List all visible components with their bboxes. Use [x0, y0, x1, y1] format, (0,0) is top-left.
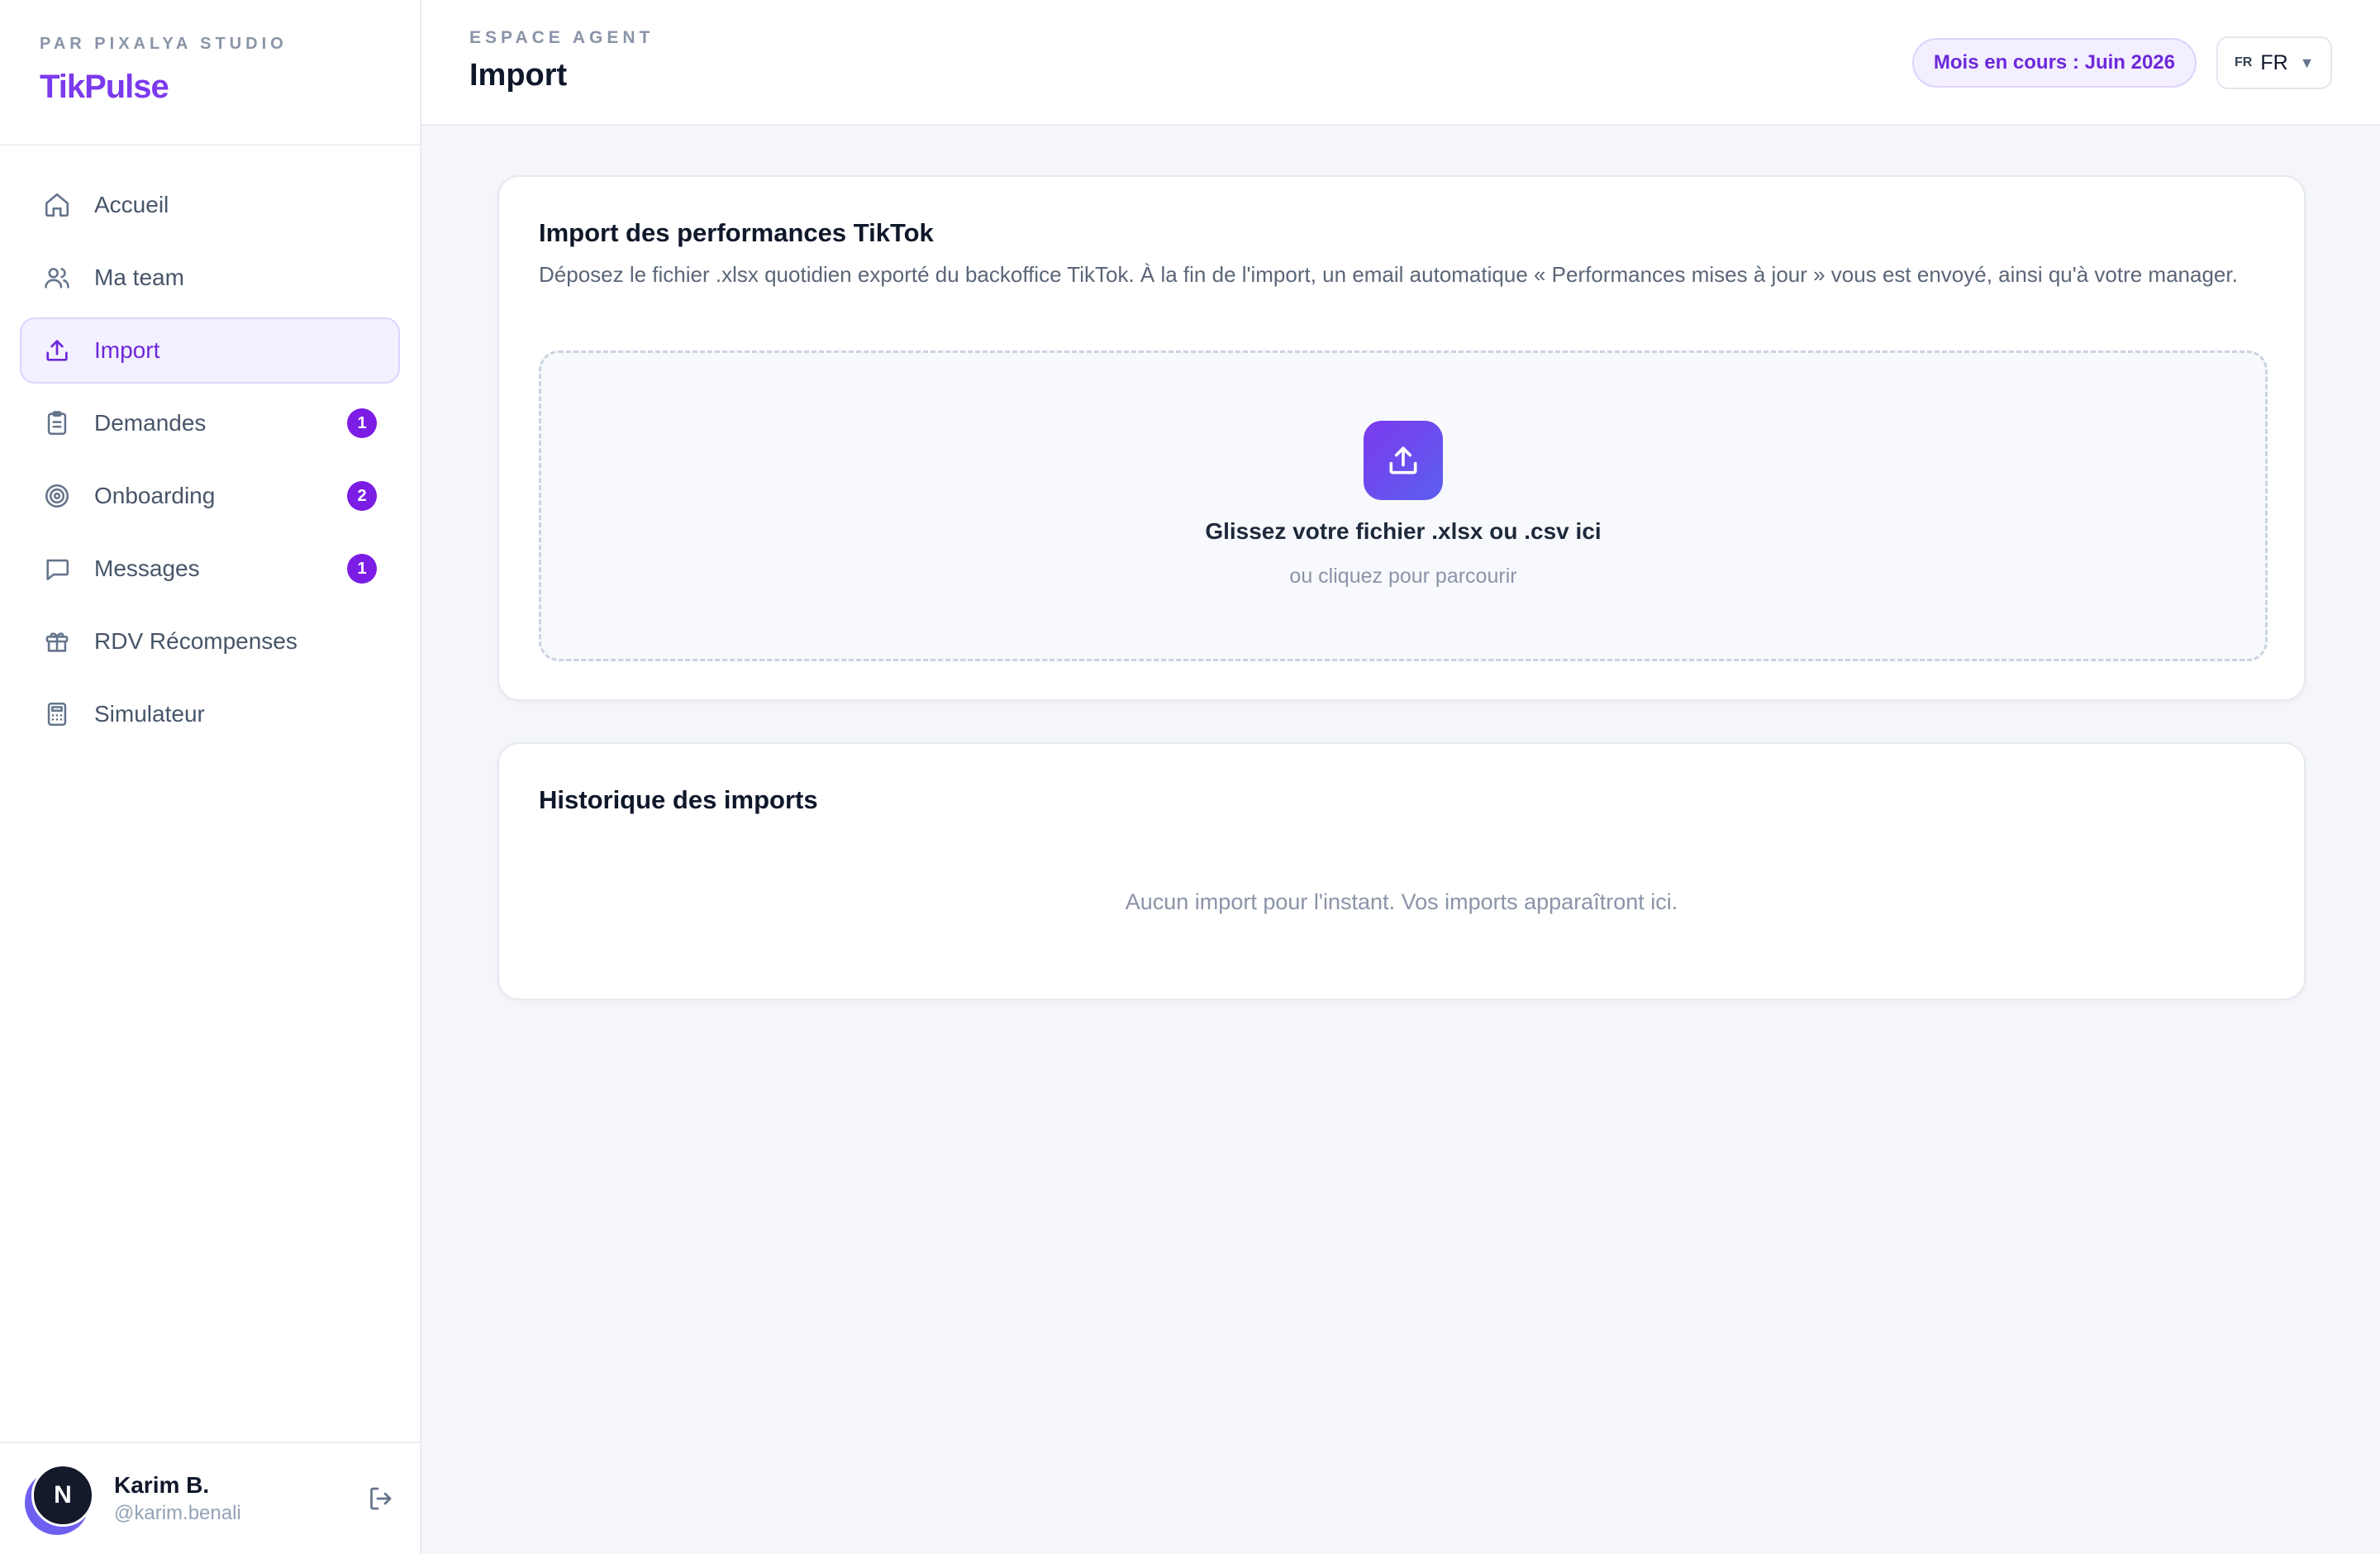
file-dropzone[interactable]: Glissez votre fichier .xlsx ou .csv ici … — [539, 350, 2268, 661]
sidebar-item-label: Onboarding — [94, 483, 216, 508]
home-icon — [43, 191, 71, 219]
sidebar-item-label: Accueil — [94, 192, 169, 217]
header-eyebrow: ESPACE AGENT — [469, 28, 654, 47]
language-flag-code: FR — [2235, 55, 2253, 69]
import-card-description: Déposez le fichier .xlsx quotidien expor… — [539, 262, 2238, 287]
user-name: Karim B. — [114, 1472, 210, 1498]
calculator-icon — [43, 700, 71, 728]
sidebar-item-messages[interactable]: Messages 1 — [20, 536, 400, 602]
import-card: Import des performances TikTok Déposez l… — [497, 175, 2306, 701]
sidebar-item-label: Import — [94, 337, 160, 363]
dropzone-title: Glissez votre fichier .xlsx ou .csv ici — [1205, 518, 1602, 544]
sidebar-item-label: Messages — [94, 555, 200, 581]
notification-badge: 1 — [347, 408, 377, 438]
sidebar-item-import[interactable]: Import — [20, 317, 400, 384]
sidebar-item-ma-team[interactable]: Ma team — [20, 245, 400, 311]
gift-icon — [43, 627, 71, 655]
sidebar-item-onboarding[interactable]: Onboarding 2 — [20, 463, 400, 529]
sidebar-item-rdv-recompenses[interactable]: RDV Récompenses — [20, 608, 400, 675]
avatar[interactable]: N — [25, 1464, 96, 1535]
upload-icon — [43, 336, 71, 365]
sidebar-item-label: Simulateur — [94, 701, 205, 727]
avatar-initial: N — [31, 1464, 94, 1527]
language-value: FR — [2260, 50, 2288, 74]
brand-tagline: PAR PIXALYA STUDIO — [40, 35, 288, 53]
user-info: Karim B. @karim.benali — [114, 1472, 241, 1525]
sidebar-item-label: Demandes — [94, 410, 207, 436]
users-icon — [43, 264, 71, 292]
brand-logo[interactable]: TikPulse — [40, 69, 420, 106]
dropzone-browse-link[interactable]: ou cliquez pour parcourir — [541, 565, 2265, 589]
sidebar-item-label: RDV Récompenses — [94, 628, 298, 654]
empty-state-message: Aucun import pour l'instant. Vos imports… — [1125, 889, 1678, 914]
top-header: ESPACE AGENT Import Mois en cours : Juin… — [421, 0, 2380, 126]
sidebar-item-accueil[interactable]: Accueil — [20, 172, 400, 238]
import-card-title: Import des performances TikTok — [539, 218, 934, 247]
chevron-down-icon: ▼ — [2299, 54, 2315, 71]
upload-icon[interactable] — [1364, 421, 1443, 500]
target-icon — [43, 482, 71, 510]
current-month-badge: Mois en cours : Juin 2026 — [1911, 38, 2197, 88]
sidebar: PAR PIXALYA STUDIO TikPulse Accueil Ma t… — [0, 0, 421, 1554]
notification-badge: 2 — [347, 481, 377, 511]
history-card-title: Historique des imports — [539, 785, 818, 814]
user-handle: @karim.benali — [114, 1502, 241, 1524]
import-history-card: Historique des imports Aucun import pour… — [497, 742, 2306, 1000]
brand: PAR PIXALYA STUDIO TikPulse — [0, 0, 420, 145]
sidebar-item-simulateur[interactable]: Simulateur — [20, 681, 400, 747]
page-title: Import — [469, 58, 568, 93]
clipboard-icon — [43, 409, 71, 437]
sidebar-item-demandes[interactable]: Demandes 1 — [20, 390, 400, 456]
message-icon — [43, 555, 71, 583]
logout-icon[interactable] — [365, 1484, 395, 1513]
sidebar-item-label: Ma team — [94, 265, 184, 290]
user-profile: N Karim B. @karim.benali — [0, 1442, 420, 1554]
sidebar-nav: Accueil Ma team Import Demandes 1 Onboar… — [0, 145, 420, 747]
language-select[interactable]: FR FR ▼ — [2216, 36, 2332, 89]
notification-badge: 1 — [347, 554, 377, 584]
